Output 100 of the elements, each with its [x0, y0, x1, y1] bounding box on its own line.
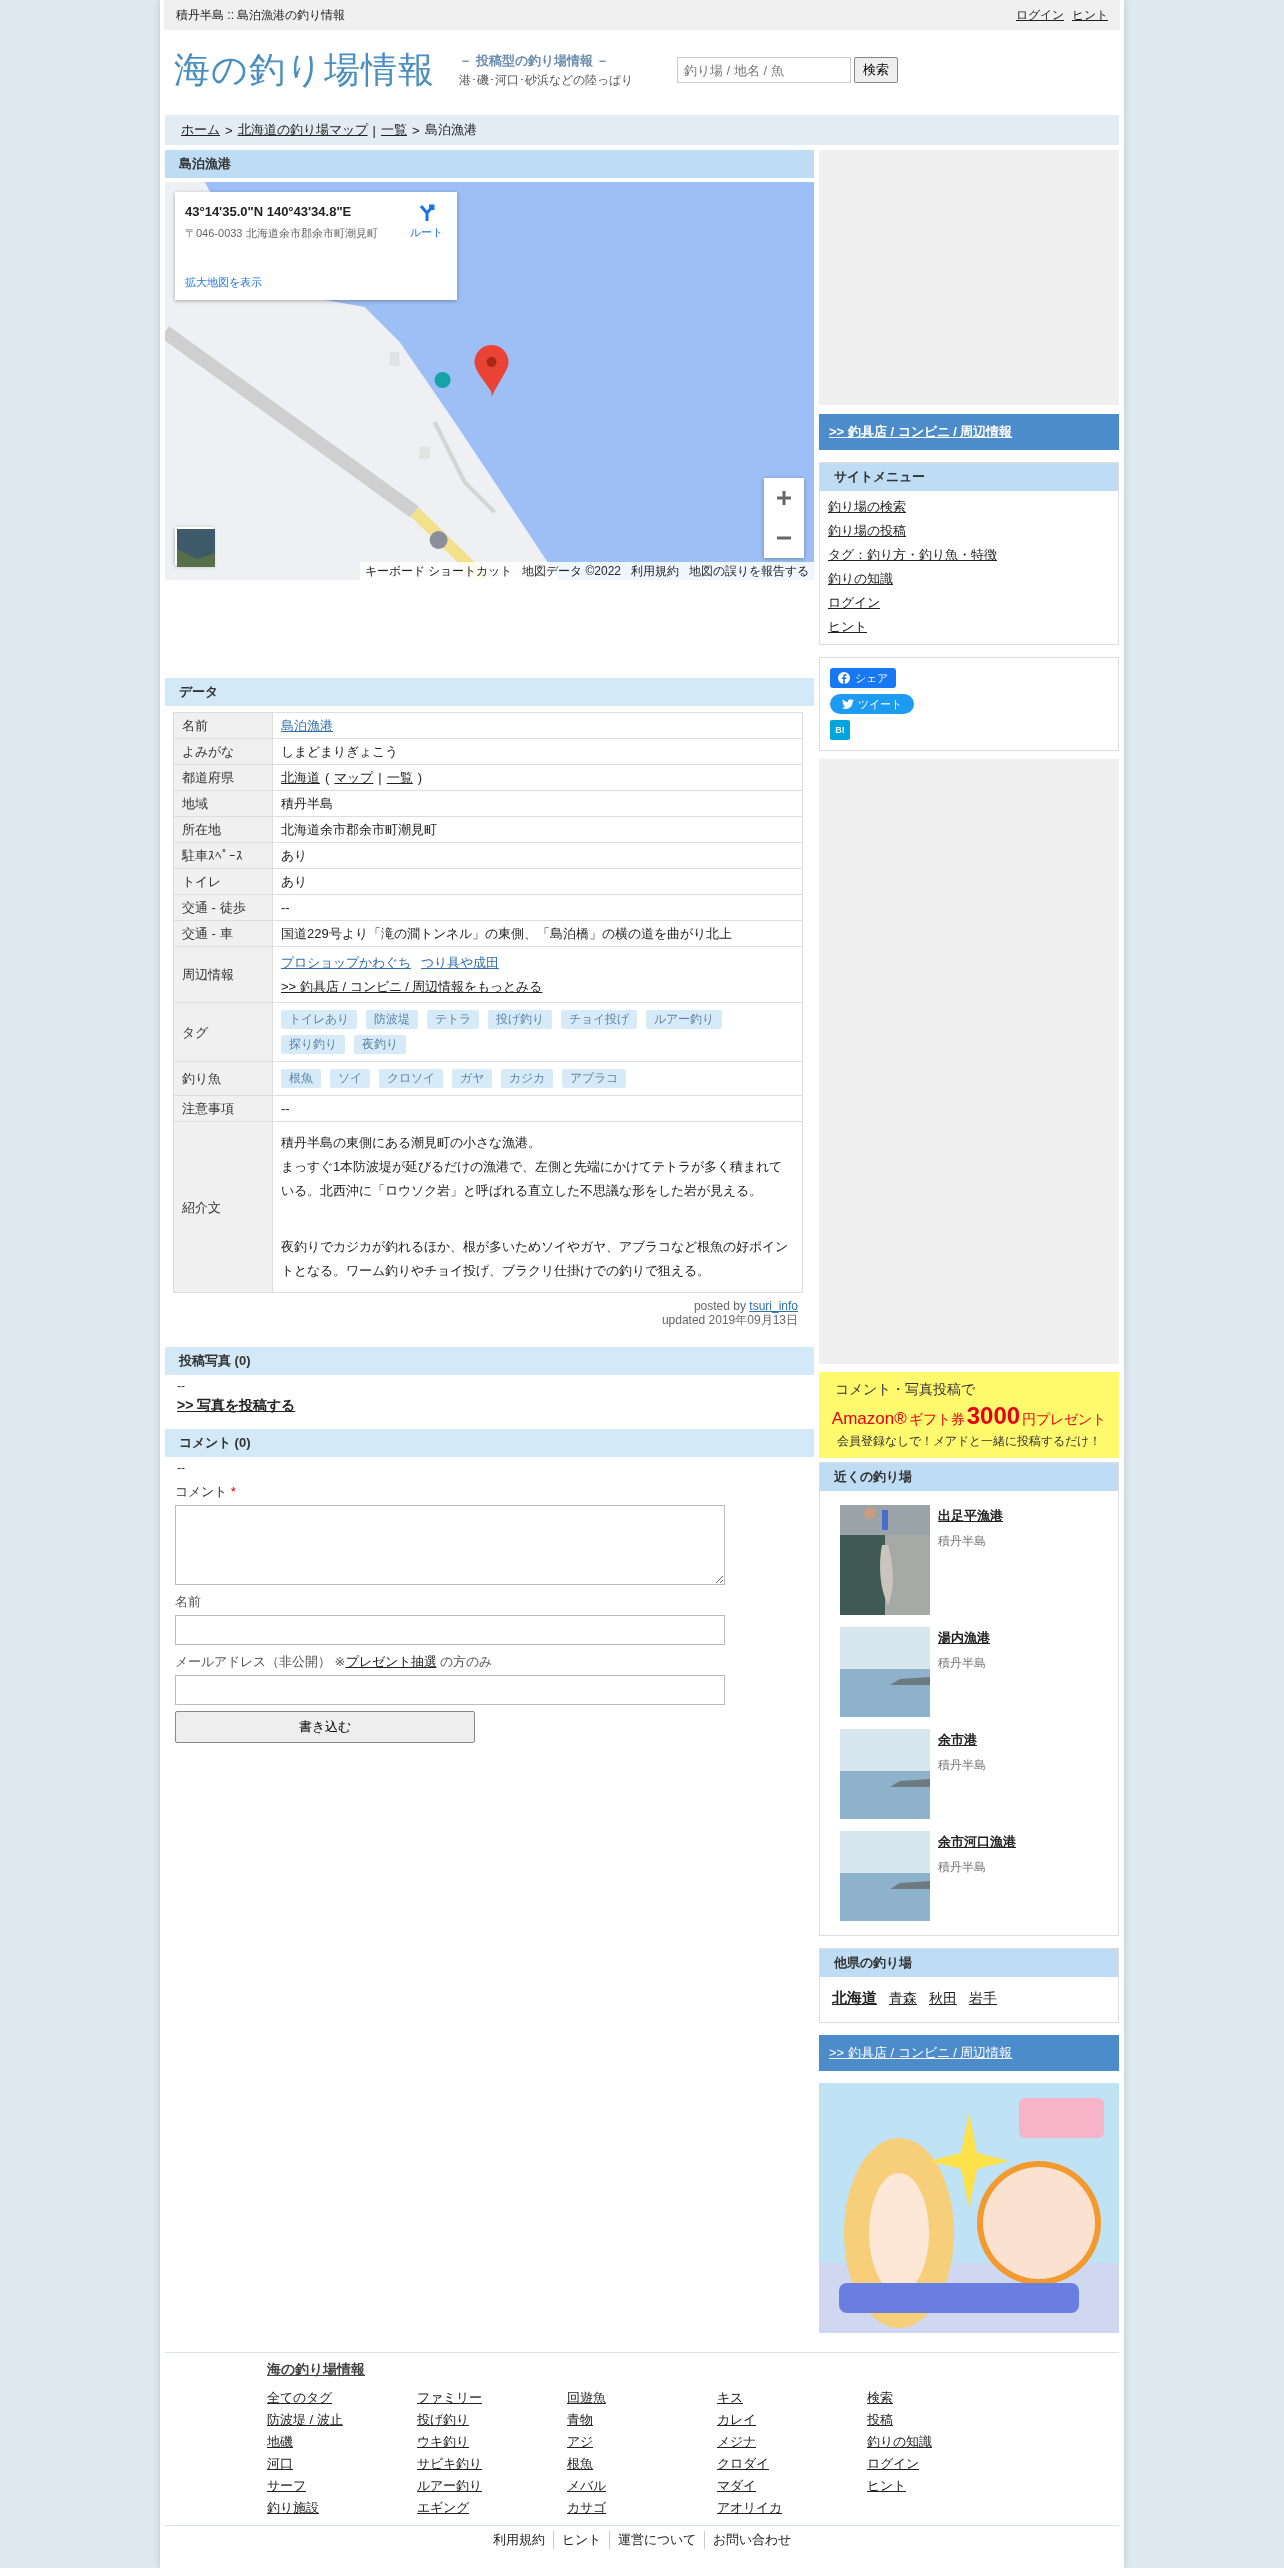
spot-link[interactable]: 余市港: [938, 1731, 977, 1749]
footer-link[interactable]: 投稿: [867, 2411, 893, 2429]
route-link[interactable]: ルート: [410, 204, 443, 240]
row-label: 釣り魚: [173, 1061, 273, 1096]
map-footer-link[interactable]: 利用規約: [631, 562, 679, 580]
footer-link[interactable]: 釣り施設: [267, 2499, 319, 2517]
footer-link[interactable]: ヒント: [867, 2477, 906, 2495]
link[interactable]: 一覧: [386, 770, 413, 785]
prefecture-link[interactable]: 青森: [889, 1990, 917, 2008]
footer-link[interactable]: カレイ: [717, 2411, 756, 2429]
comment-field[interactable]: [175, 1505, 725, 1585]
breadcrumb-text: |: [372, 122, 376, 138]
link[interactable]: 北海道: [281, 770, 320, 785]
breadcrumb-link[interactable]: 一覧: [381, 121, 407, 139]
footer-link[interactable]: カサゴ: [567, 2499, 606, 2517]
promo-text: ギフト券: [908, 1410, 965, 1429]
footer-link[interactable]: 投げ釣り: [417, 2411, 469, 2429]
menu-link[interactable]: 釣り場の検索: [828, 498, 906, 516]
description-text: 積丹半島の東側にある潮見町の小さな漁港。: [281, 1134, 542, 1152]
link[interactable]: マップ: [334, 770, 374, 785]
footer-link[interactable]: 防波堤 / 波止: [267, 2411, 343, 2429]
email-field[interactable]: [175, 1675, 725, 1705]
menu-link[interactable]: タグ：釣り方・釣り魚・特徴: [828, 546, 997, 564]
footer-link[interactable]: 青物: [567, 2411, 593, 2429]
footer-link[interactable]: メバル: [567, 2477, 606, 2495]
footer-link[interactable]: ルアー釣り: [417, 2477, 482, 2495]
satellite-view-button[interactable]: [175, 527, 213, 565]
search-field[interactable]: 釣り場 / 地名 / 魚: [677, 57, 851, 83]
larger-map-link[interactable]: 拡大地図を表示: [185, 275, 262, 290]
spot-link[interactable]: 余市河口漁港: [938, 1833, 1016, 1851]
minus-icon: [775, 536, 793, 540]
footer-link[interactable]: 運営について: [609, 2531, 704, 2549]
name-field[interactable]: [175, 1615, 725, 1645]
footer-link[interactable]: 河口: [267, 2455, 293, 2473]
map-footer-link[interactable]: キーボード ショートカット: [364, 562, 513, 580]
row-label: トイレ: [173, 868, 273, 895]
footer-link[interactable]: 根魚: [567, 2455, 593, 2473]
menu-link[interactable]: 釣り場の投稿: [828, 522, 906, 540]
footer-link[interactable]: キス: [717, 2389, 743, 2407]
cell-text: --: [281, 900, 290, 915]
map-footer-link[interactable]: 地図データ ©2022: [522, 562, 621, 580]
footer-link[interactable]: 利用規約: [485, 2531, 553, 2549]
footer-link[interactable]: ログイン: [867, 2455, 919, 2473]
cell-text: しまどまりぎょこう: [281, 744, 398, 759]
prefecture-link[interactable]: 北海道: [832, 1989, 877, 2008]
row-label: 駐車ｽﾍﾟｰｽ: [173, 842, 273, 869]
footer-link[interactable]: 回遊魚: [567, 2389, 606, 2407]
footer-link[interactable]: クロダイ: [717, 2455, 769, 2473]
footer-link[interactable]: サーフ: [267, 2477, 306, 2495]
footer-link[interactable]: 地磯: [267, 2433, 293, 2451]
spot-link[interactable]: 出足平漁港: [938, 1507, 1003, 1525]
map-footer-link[interactable]: 地図の誤りを報告する: [689, 562, 809, 580]
footer-link[interactable]: 検索: [867, 2389, 893, 2407]
site-logo[interactable]: 海の釣り場情報: [174, 45, 435, 95]
post-photo-link[interactable]: >> 写真を投稿する: [177, 1397, 296, 1415]
posted-by: posted by tsuri_info: [692, 1299, 798, 1313]
prefecture-link[interactable]: 秋田: [929, 1990, 957, 2008]
menu-link[interactable]: ヒント: [828, 618, 867, 636]
spot-link[interactable]: 湯内漁港: [938, 1629, 990, 1647]
footer-link[interactable]: 釣りの知識: [867, 2433, 932, 2451]
footer-link[interactable]: エギング: [417, 2499, 469, 2517]
footer-link[interactable]: サビキ釣り: [417, 2455, 482, 2473]
footer-link[interactable]: マダイ: [717, 2477, 756, 2495]
user-link[interactable]: tsuri_info: [749, 1299, 798, 1313]
description-text: 夜釣りでカジカが釣れるほか、根が多いためソイやガヤ、アブラコなど根魚の好ポイントとなる。ワーム釣りやチョイ投げ、ブラクリ仕掛けでの釣りで狙える。: [281, 1238, 789, 1280]
footer-link[interactable]: メジナ: [717, 2433, 756, 2451]
footer-link[interactable]: アジ: [567, 2433, 593, 2451]
search-button[interactable]: 検索: [854, 57, 898, 83]
promo-text: Amazon®: [831, 1408, 907, 1429]
menu-link[interactable]: 釣りの知識: [828, 570, 893, 588]
breadcrumb-link[interactable]: ホーム: [181, 121, 220, 139]
footer-title-link[interactable]: 海の釣り場情報: [267, 2361, 365, 2377]
footer-link[interactable]: 全てのタグ: [267, 2389, 332, 2407]
link[interactable]: プレゼント抽選: [345, 1654, 437, 1669]
spot-region: 積丹半島: [938, 1655, 986, 1672]
header-link[interactable]: ログイン: [1016, 6, 1064, 24]
section-title: 近くの釣り場: [820, 1463, 1118, 1491]
link[interactable]: 島泊漁港: [281, 718, 333, 733]
row-label: 注意事項: [173, 1095, 273, 1122]
link[interactable]: つり具や成田: [421, 955, 499, 970]
share-button[interactable]: シェア: [830, 668, 896, 688]
breadcrumb-link[interactable]: 北海道の釣り場マップ: [237, 121, 368, 139]
footer-link[interactable]: お問い合わせ: [704, 2531, 799, 2549]
link[interactable]: >> 釣具店 / コンビニ / 周辺情報をもっとみる: [281, 979, 543, 994]
link[interactable]: >> 釣具店 / コンビニ / 周辺情報: [829, 2044, 1013, 2062]
cell-text: あり: [281, 848, 307, 863]
prefecture-link[interactable]: 岩手: [969, 1990, 997, 2008]
link[interactable]: プロショップかわぐち: [281, 955, 411, 970]
row-label: タグ: [173, 1002, 273, 1062]
row-label: 地域: [173, 790, 273, 817]
zoom-in-button[interactable]: [764, 478, 804, 518]
footer-link[interactable]: ファミリー: [417, 2389, 482, 2407]
footer-link[interactable]: ウキ釣り: [417, 2433, 469, 2451]
menu-link[interactable]: ログイン: [828, 594, 880, 612]
footer-link[interactable]: アオリイカ: [717, 2499, 782, 2517]
link[interactable]: >> 釣具店 / コンビニ / 周辺情報: [829, 423, 1013, 441]
footer-link[interactable]: ヒント: [553, 2531, 609, 2549]
description-text: まっすぐ1本防波堤が延びるだけの漁港で、左側と先端にかけてテトラが多く積まれている。北西沖に「ロウソク岩」と呼ばれる直立した不思議な形をした岩が見える。: [281, 1158, 784, 1200]
submit-button[interactable]: 書き込む: [175, 1711, 475, 1743]
header-link[interactable]: ヒント: [1072, 6, 1108, 24]
